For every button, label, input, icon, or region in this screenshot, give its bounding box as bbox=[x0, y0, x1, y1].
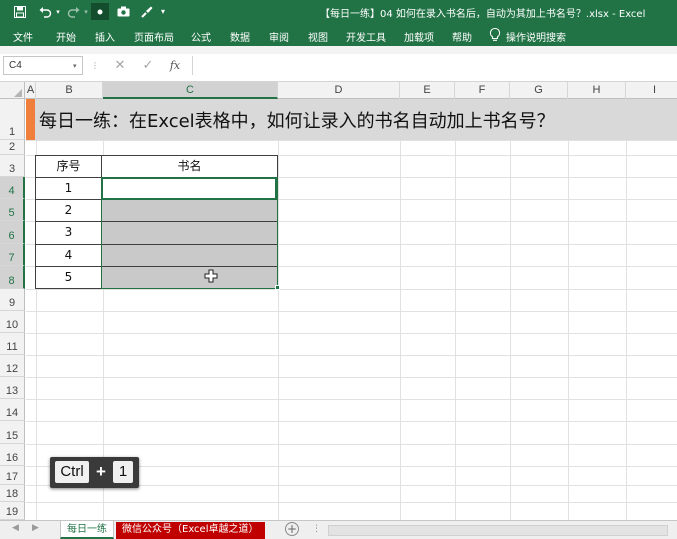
table-row-2-no[interactable]: 2 bbox=[35, 199, 102, 222]
scroll-tabs-left-icon[interactable]: ◀ bbox=[12, 523, 19, 533]
column-header-f[interactable]: F bbox=[455, 82, 510, 99]
row-header-5[interactable]: 5 bbox=[0, 199, 25, 221]
title-banner[interactable]: 每日一练：在Excel表格中，如何让录入的书名自动加上书名号？ bbox=[26, 99, 677, 140]
select-all-corner[interactable] bbox=[0, 82, 25, 99]
row-header-7[interactable]: 7 bbox=[0, 244, 25, 266]
table-header-name[interactable]: 书名 bbox=[101, 155, 278, 178]
brush-icon[interactable] bbox=[139, 3, 155, 20]
cancel-icon[interactable]: ✕ bbox=[111, 57, 129, 74]
record-icon[interactable] bbox=[91, 3, 109, 20]
row-header-2[interactable]: 2 bbox=[0, 140, 25, 155]
undo-icon[interactable] bbox=[37, 3, 53, 20]
horizontal-scrollbar[interactable] bbox=[328, 525, 668, 536]
row-header-18[interactable]: 18 bbox=[0, 485, 25, 502]
tab-formulas[interactable]: 公式 bbox=[191, 29, 211, 44]
tab-developer[interactable]: 开发工具 bbox=[346, 29, 386, 44]
table-row-5-no[interactable]: 5 bbox=[35, 266, 102, 289]
ribbon-tabs: 文件 开始 插入 页面布局 公式 数据 审阅 视图 开发工具 加载项 帮助 操作… bbox=[0, 24, 677, 46]
name-box[interactable]: C4 bbox=[3, 56, 83, 75]
table-header-no[interactable]: 序号 bbox=[35, 155, 102, 178]
keystroke-overlay: Ctrl + 1 bbox=[50, 457, 139, 488]
row-header-19[interactable]: 19 bbox=[0, 502, 25, 520]
window-title: 【每日一练】04 如何在录入书名后，自动为其加上书名号？.xlsx - Exce… bbox=[320, 9, 646, 20]
key-ctrl: Ctrl bbox=[55, 461, 89, 483]
column-header-c[interactable]: C bbox=[103, 82, 278, 99]
tab-review[interactable]: 审阅 bbox=[269, 29, 289, 44]
tab-help[interactable]: 帮助 bbox=[452, 29, 472, 44]
cell-select-cursor-icon bbox=[204, 269, 218, 283]
row-header-13[interactable]: 13 bbox=[0, 377, 25, 399]
column-header-h[interactable]: H bbox=[568, 82, 626, 99]
formula-bar-grip-icon: ⋮ bbox=[91, 61, 99, 70]
fill-handle[interactable] bbox=[275, 285, 280, 290]
redo-dropdown-icon[interactable]: ▾ bbox=[82, 3, 90, 20]
sheet-tab-daily-practice[interactable]: 每日一练 bbox=[60, 521, 114, 539]
formula-input[interactable] bbox=[194, 56, 674, 75]
table-row-3-no[interactable]: 3 bbox=[35, 221, 102, 245]
banner-title: 每日一练：在Excel表格中，如何让录入的书名自动加上书名号？ bbox=[39, 111, 555, 132]
tab-add-ins[interactable]: 加载项 bbox=[404, 29, 434, 44]
enter-icon[interactable]: ✓ bbox=[139, 57, 157, 74]
row-header-17[interactable]: 17 bbox=[0, 466, 25, 485]
row-header-10[interactable]: 10 bbox=[0, 311, 25, 333]
row-header-15[interactable]: 15 bbox=[0, 421, 25, 444]
row-header-6[interactable]: 6 bbox=[0, 221, 25, 244]
key-1: 1 bbox=[113, 461, 133, 483]
name-box-dropdown-icon[interactable]: ▾ bbox=[73, 62, 77, 70]
title-bar: ▾ ▾ ▾ 【每日一练】04 如何在录入书名后，自动为其加上书名号？.xlsx … bbox=[0, 0, 677, 24]
redo-icon[interactable] bbox=[65, 3, 81, 20]
column-headers: A B C D E F G H I bbox=[0, 82, 677, 99]
tab-view[interactable]: 视图 bbox=[308, 29, 328, 44]
undo-dropdown-icon[interactable]: ▾ bbox=[54, 3, 62, 20]
sheet-tab-wechat[interactable]: 微信公众号（Excel卓越之道） bbox=[116, 522, 265, 539]
table-row-4-no[interactable]: 4 bbox=[35, 244, 102, 267]
scroll-tabs-right-icon[interactable]: ▶ bbox=[32, 523, 39, 533]
column-header-i[interactable]: I bbox=[626, 82, 677, 99]
table-row-1-no[interactable]: 1 bbox=[35, 177, 102, 200]
row-header-14[interactable]: 14 bbox=[0, 399, 25, 421]
row-header-8[interactable]: 8 bbox=[0, 266, 25, 289]
camera-icon[interactable] bbox=[115, 3, 131, 20]
active-cell[interactable] bbox=[101, 177, 277, 200]
sheet-tabs-bar: ◀ ▶ 每日一练 微信公众号（Excel卓越之道） + ⋮ bbox=[0, 520, 677, 539]
data-table: 序号 书名 1 2 3 4 5 bbox=[35, 155, 280, 290]
column-header-b[interactable]: B bbox=[36, 82, 103, 99]
row-header-1[interactable]: 1 bbox=[0, 99, 25, 140]
save-icon[interactable] bbox=[12, 3, 28, 20]
tab-insert[interactable]: 插入 bbox=[95, 29, 115, 44]
customize-qat-icon[interactable]: ▾ bbox=[158, 3, 168, 20]
formula-bar: C4 ▾ ⋮ ✕ ✓ fx bbox=[0, 46, 677, 82]
row-header-4[interactable]: 4 bbox=[0, 177, 25, 199]
column-header-d[interactable]: D bbox=[278, 82, 400, 99]
tab-data[interactable]: 数据 bbox=[230, 29, 250, 44]
column-header-e[interactable]: E bbox=[400, 82, 455, 99]
tabs-split-grip-icon[interactable]: ⋮ bbox=[312, 524, 321, 534]
tab-home[interactable]: 开始 bbox=[56, 29, 76, 44]
column-header-g[interactable]: G bbox=[510, 82, 568, 99]
add-sheet-icon[interactable]: + bbox=[285, 522, 299, 536]
lightbulb-icon[interactable] bbox=[488, 27, 502, 43]
row-header-11[interactable]: 11 bbox=[0, 333, 25, 355]
banner-accent-stripe bbox=[26, 99, 35, 140]
column-header-a[interactable]: A bbox=[26, 82, 36, 99]
row-header-12[interactable]: 12 bbox=[0, 355, 25, 377]
row-header-16[interactable]: 16 bbox=[0, 444, 25, 466]
key-plus: + bbox=[96, 462, 106, 481]
tab-page-layout[interactable]: 页面布局 bbox=[134, 29, 174, 44]
row-header-3[interactable]: 3 bbox=[0, 155, 25, 177]
row-header-9[interactable]: 9 bbox=[0, 289, 25, 311]
tell-me-search[interactable]: 操作说明搜索 bbox=[506, 29, 566, 44]
tab-file[interactable]: 文件 bbox=[13, 29, 33, 44]
insert-function-icon[interactable]: fx bbox=[166, 57, 184, 74]
